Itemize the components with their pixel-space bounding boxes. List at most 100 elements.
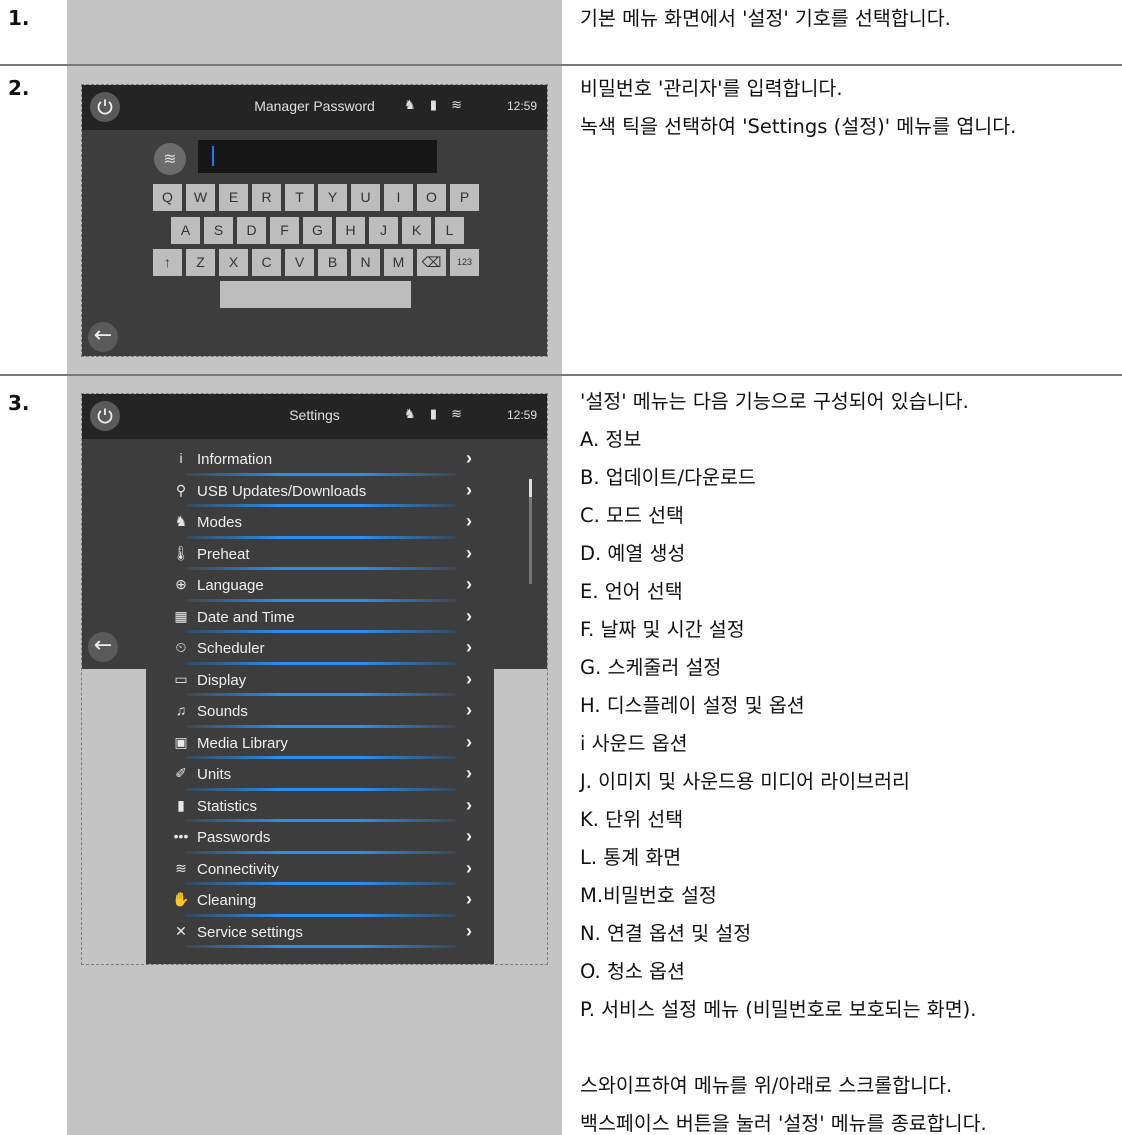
step-3-line: N. 연결 옵션 및 설정 [580,922,752,945]
chevron-right-icon: › [466,700,472,720]
key-G[interactable]: G [303,217,332,244]
chevron-right-icon: › [466,448,472,468]
menu-item-label: Cleaning [197,892,257,909]
key-V[interactable]: V [285,249,314,276]
chevron-right-icon: › [466,511,472,531]
chevron-right-icon: › [466,605,472,626]
language-icon: ⊕ [175,576,187,592]
step-3-line: P. 서비스 설정 메뉴 (비밀번호로 보호되는 화면). [580,998,977,1021]
key-Z[interactable]: Z [186,249,215,276]
key-U[interactable]: U [351,184,380,211]
step-3-line: F. 날짜 및 시간 설정 [580,618,745,641]
chevron-right-icon: › [466,574,472,594]
key-I[interactable]: I [384,184,413,211]
step-divider [0,64,1122,66]
date-and-time-icon: ▦ [174,607,188,624]
connectivity-icon: ≋ [175,859,187,876]
key-Q[interactable]: Q [153,184,182,211]
key-R[interactable]: R [252,184,281,211]
step-3-line [580,1029,987,1067]
menu-item-label: Language [197,577,264,594]
step-3-line: K. 단위 선택 [580,808,684,831]
menu-item-usb-updates-downloads[interactable]: ⚲ USB Updates/Downloads › [146,478,494,510]
key-P[interactable]: P [450,184,479,211]
key-A[interactable]: A [171,217,200,244]
menu-item-information[interactable]: i Information › [146,446,494,478]
step-3-line: A. 정보 [580,428,642,451]
menu-item-statistics[interactable]: ▮ Statistics › [146,793,494,825]
menu-item-underline [186,472,456,476]
step-3-line: O. 청소 옵션 [580,960,685,983]
chevron-right-icon: › [466,763,472,783]
screen-title: Settings [289,407,340,423]
settings-screen-frame: Settings ♞ ▮ ≋ 12:59 ← i Information › ⚲ USB… [81,393,548,965]
menu-item-underline [186,535,456,539]
key-F[interactable]: F [270,217,299,244]
keyboard-row-3: ↑ Z X C V B N M ⌫ 123 [153,249,479,276]
step-1-text: 기본 메뉴 화면에서 '설정' 기호를 선택합니다. [580,0,951,38]
step-3-line: B. 업데이트/다운로드 [580,466,756,489]
step-2-text: 비밀번호 '관리자'를 입력합니다. 녹색 틱을 선택하여 'Settings … [580,70,1016,146]
menu-item-underline [186,504,456,507]
menu-item-passwords[interactable]: ••• Passwords › [146,824,494,856]
menu-item-preheat[interactable]: 🌡 Preheat › [146,541,494,573]
menu-item-label: Statistics [197,797,258,815]
usb-updates-downloads-icon: ⚲ [175,481,187,498]
information-icon: i [179,450,183,466]
scrollbar-thumb[interactable] [529,479,532,497]
menu-item-underline [186,756,456,759]
space-key[interactable] [220,281,411,308]
key-W[interactable]: W [186,184,215,211]
service-settings-icon: ✕ [175,922,187,939]
menu-item-language[interactable]: ⊕ Language › [146,572,494,604]
statistics-icon: ▮ [177,796,185,813]
menu-item-media-library[interactable]: ▣ Media Library › [146,730,494,762]
status-bar: Settings ♞ ▮ ≋ 12:59 [82,394,547,439]
key-L[interactable]: L [435,217,464,244]
menu-item-date-and-time[interactable]: ▦ Date and Time › [146,604,494,636]
menu-item-sounds[interactable]: ♫ Sounds › [146,698,494,730]
key-K[interactable]: K [402,217,431,244]
menu-item-modes[interactable]: ♞ Modes › [146,509,494,541]
screen-title: Manager Password [254,98,375,114]
menu-item-label: Service settings [197,923,303,941]
step-3-line: G. 스케줄러 설정 [580,656,722,679]
menu-item-service-settings[interactable]: ✕ Service settings › [146,919,494,951]
key-D[interactable]: D [237,217,266,244]
back-arrow-icon[interactable]: ← [88,322,118,352]
menu-item-units[interactable]: ✐ Units › [146,761,494,793]
key-C[interactable]: C [252,249,281,276]
key-M[interactable]: M [384,249,413,276]
key-H[interactable]: H [336,217,365,244]
menu-item-scheduler[interactable]: ⏲ Scheduler › [146,635,494,667]
sounds-icon: ♫ [175,702,187,718]
menu-item-connectivity[interactable]: ≋ Connectivity › [146,856,494,888]
back-arrow-icon[interactable]: ← [88,632,118,662]
key-⌫[interactable]: ⌫ [417,249,446,276]
password-screen: Manager Password ♞ ▮ ≋ 12:59 ≋ QWERTYUIO… [82,85,547,356]
key-Y[interactable]: Y [318,184,347,211]
step-3-line: i 사운드 옵션 [580,732,688,755]
chevron-right-icon: › [466,920,472,941]
menu-item-cleaning[interactable]: ✋ Cleaning › [146,887,494,919]
key-T[interactable]: T [285,184,314,211]
key-B[interactable]: B [318,249,347,276]
password-input[interactable] [198,140,437,173]
scrollbar[interactable] [529,479,532,584]
menu-item-label: Scheduler [197,640,265,657]
key-O[interactable]: O [417,184,446,211]
key-123[interactable]: 123 [450,249,479,276]
media-library-icon: ▣ [174,733,188,750]
key-E[interactable]: E [219,184,248,211]
key-J[interactable]: J [369,217,398,244]
key-↑[interactable]: ↑ [153,249,182,276]
chevron-right-icon: › [466,731,472,752]
menu-item-label: Information [197,451,273,468]
menu-item-display[interactable]: ▭ Display › [146,667,494,699]
key-N[interactable]: N [351,249,380,276]
wifi-icon[interactable]: ≋ [154,143,186,175]
units-icon: ✐ [175,765,187,781]
key-S[interactable]: S [204,217,233,244]
key-X[interactable]: X [219,249,248,276]
preheat-icon: 🌡 [172,544,190,561]
